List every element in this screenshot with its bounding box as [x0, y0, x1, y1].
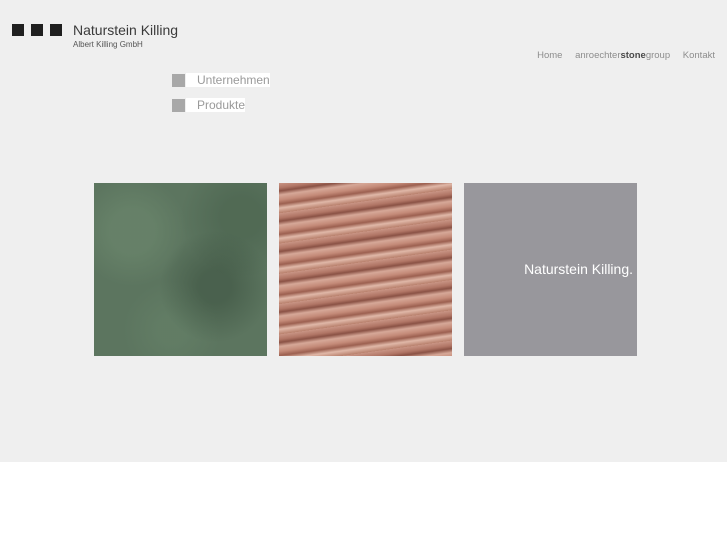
nav-stonegroup-bold: stone [620, 50, 646, 61]
menu-marker-icon [172, 99, 185, 112]
brand-tile-caption: Naturstein Killing. [524, 261, 633, 277]
logo-square-2 [31, 24, 43, 36]
nav-home-link[interactable]: Home [537, 50, 562, 61]
menu-item-label: Produkte [186, 98, 246, 112]
brand-subtitle: Albert Killing GmbH [73, 40, 143, 49]
brand-name: Naturstein Killing [73, 22, 179, 38]
nav-stonegroup-prefix: anroechter [575, 50, 621, 61]
menu-item-label: Unternehmen [186, 73, 270, 87]
marble-stone-image [279, 183, 452, 356]
brand-tile: Naturstein Killing. [464, 183, 637, 356]
menu-marker-icon [172, 74, 185, 87]
nav-stonegroup-suffix: group [645, 50, 671, 61]
nav-contact-link[interactable]: Kontakt [683, 50, 715, 61]
logo-square-3 [50, 24, 62, 36]
nav-stonegroup-link[interactable]: anroechterstonegroup [575, 50, 670, 61]
logo-square-1 [12, 24, 24, 36]
top-navigation: Home anroechterstonegroup Kontakt [527, 50, 715, 61]
green-stone-image [94, 183, 267, 356]
